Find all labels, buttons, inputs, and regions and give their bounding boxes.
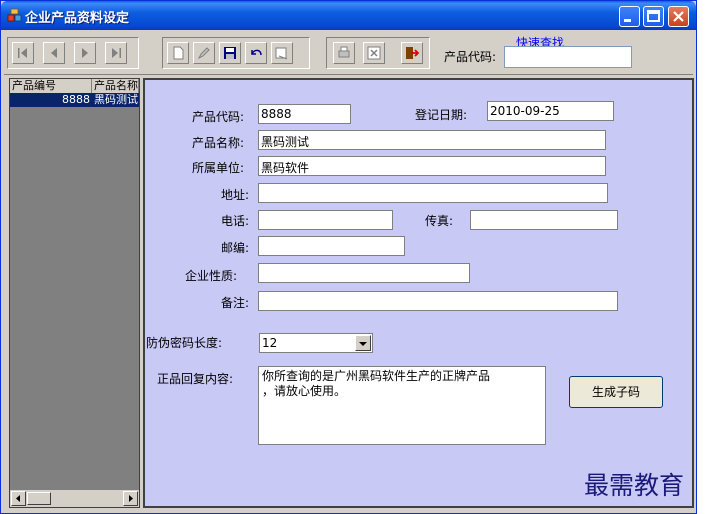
save-button[interactable] xyxy=(219,42,241,64)
edit-icon xyxy=(197,47,210,60)
watermark-text: 最需教育 xyxy=(584,471,685,500)
nature-field[interactable] xyxy=(258,263,470,283)
product-code-field[interactable]: 8888 xyxy=(258,104,351,124)
print-button[interactable] xyxy=(333,42,355,64)
print-icon xyxy=(338,46,350,58)
unit-field[interactable]: 黑码软件 xyxy=(258,156,606,176)
app-window: 企业产品资料设定 快速查找 产品代码: 产品编号 产品名称 8888 黑码测试 … xyxy=(0,0,697,514)
next-record-button[interactable] xyxy=(74,42,96,64)
list-col-name[interactable]: 产品名称 xyxy=(92,79,139,93)
search-code-input[interactable] xyxy=(504,46,632,68)
delete-button[interactable] xyxy=(271,42,293,64)
code-length-label: 防伪密码长度: xyxy=(146,336,223,350)
product-name-label: 产品名称: xyxy=(192,136,245,150)
prev-icon xyxy=(51,48,57,58)
undo-icon xyxy=(251,49,262,56)
last-record-button[interactable] xyxy=(105,42,127,64)
report-group xyxy=(326,37,430,69)
last-icon xyxy=(112,48,121,58)
scroll-left-button[interactable] xyxy=(11,491,26,506)
delete-icon xyxy=(275,47,288,60)
maximize-button[interactable] xyxy=(643,6,664,27)
toolbar: 快速查找 产品代码: xyxy=(4,31,693,75)
reg-date-label: 登记日期: xyxy=(415,108,468,122)
first-record-button[interactable] xyxy=(12,42,34,64)
table-row[interactable]: 8888 黑码测试 xyxy=(10,93,139,107)
title-bar[interactable]: 企业产品资料设定 xyxy=(1,1,696,30)
minimize-button[interactable] xyxy=(619,6,640,27)
reply-textarea[interactable]: 你所查询的是广州黑码软件生产的正牌产品 ，请放心使用。 xyxy=(258,366,546,445)
row-name: 黑码测试 xyxy=(94,93,138,106)
remark-label: 备注: xyxy=(221,296,250,310)
nav-group xyxy=(7,37,139,69)
edit-button[interactable] xyxy=(193,42,215,64)
exit-door-icon xyxy=(406,47,419,59)
list-header: 产品编号 产品名称 xyxy=(10,79,139,93)
reply-label: 正品回复内容: xyxy=(157,372,234,386)
scroll-right-icon xyxy=(129,495,133,502)
chevron-down-icon[interactable] xyxy=(355,335,371,351)
code-length-select[interactable]: 12 xyxy=(259,333,373,353)
scroll-thumb[interactable] xyxy=(27,492,51,505)
phone-label: 电话: xyxy=(221,214,250,228)
scroll-right-button[interactable] xyxy=(123,491,138,506)
phone-field[interactable] xyxy=(258,210,393,230)
unit-label: 所属单位: xyxy=(192,161,245,175)
detail-form: 产品代码: 8888 登记日期: 2010-09-25 产品名称: 黑码测试 所… xyxy=(143,78,694,508)
list-col-code[interactable]: 产品编号 xyxy=(10,79,92,93)
horizontal-scrollbar[interactable] xyxy=(10,490,139,507)
first-icon xyxy=(18,48,27,58)
close-button[interactable] xyxy=(668,6,689,27)
address-field[interactable] xyxy=(258,183,608,203)
reg-date-field[interactable]: 2010-09-25 xyxy=(487,101,614,121)
maximize-icon xyxy=(647,10,660,22)
exit-button[interactable] xyxy=(401,42,423,64)
new-file-icon xyxy=(173,46,184,60)
window-title: 企业产品资料设定 xyxy=(25,11,130,26)
new-button[interactable] xyxy=(167,42,189,64)
fax-field[interactable] xyxy=(470,210,618,230)
save-icon xyxy=(224,47,236,59)
undo-button[interactable] xyxy=(245,42,267,64)
cancel-icon xyxy=(367,46,381,60)
app-icon xyxy=(7,8,22,22)
scroll-left-icon xyxy=(16,495,20,502)
code-length-value: 12 xyxy=(262,336,278,350)
prev-record-button[interactable] xyxy=(43,42,65,64)
address-label: 地址: xyxy=(221,188,250,202)
remark-field[interactable] xyxy=(258,291,618,311)
row-code: 8888 xyxy=(62,93,90,106)
nature-label: 企业性质: xyxy=(185,269,238,283)
next-icon xyxy=(82,48,88,58)
search-code-label: 产品代码: xyxy=(444,50,497,64)
close-icon xyxy=(673,11,684,22)
minimize-icon xyxy=(624,19,631,22)
product-code-label: 产品代码: xyxy=(192,110,245,124)
zip-field[interactable] xyxy=(258,236,405,256)
fax-label: 传真: xyxy=(425,214,454,228)
product-name-field[interactable]: 黑码测试 xyxy=(258,130,606,150)
cancel-button[interactable] xyxy=(363,42,385,64)
generate-subcode-button[interactable]: 生成子码 xyxy=(569,376,663,408)
edit-group xyxy=(162,37,310,69)
zip-label: 邮编: xyxy=(221,241,250,255)
record-list[interactable]: 产品编号 产品名称 8888 黑码测试 xyxy=(9,78,140,508)
